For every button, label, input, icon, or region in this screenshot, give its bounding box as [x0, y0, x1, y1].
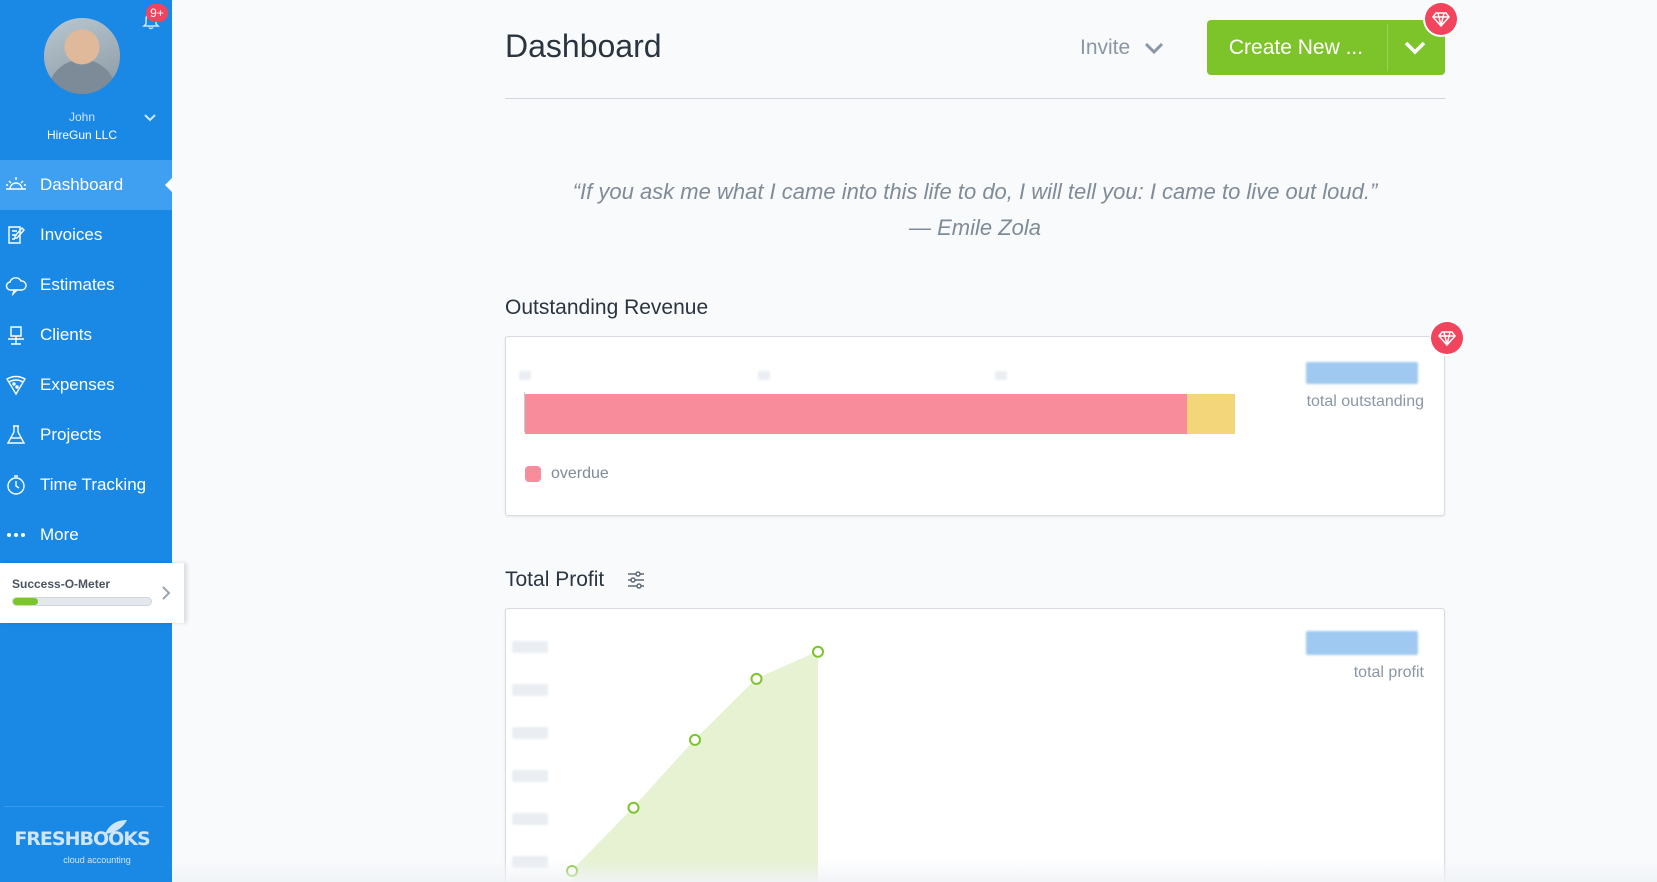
- total-profit-label: total profit: [1353, 664, 1424, 681]
- avatar[interactable]: [42, 16, 122, 96]
- total-outstanding-label: total outstanding: [1306, 393, 1424, 410]
- invite-button[interactable]: Invite: [1080, 36, 1164, 60]
- chart-legend: overdue: [525, 465, 609, 483]
- more-dots-icon: [5, 524, 27, 546]
- redacted-tick: [995, 371, 1007, 380]
- invite-label: Invite: [1080, 36, 1131, 59]
- gem-icon[interactable]: [1431, 322, 1463, 354]
- main-content: Dashboard Invite Create New ... “If you …: [172, 0, 1657, 882]
- total-profit-title: Total Profit: [505, 568, 605, 591]
- sidebar-item-more[interactable]: More: [0, 510, 172, 560]
- chevron-down-icon[interactable]: [143, 113, 157, 123]
- redacted-total-profit: [1306, 631, 1418, 655]
- profit-point[interactable]: [689, 733, 701, 746]
- profit-chart: [566, 645, 824, 882]
- success-o-meter-track: [12, 597, 152, 606]
- sidebar-item-label: Expenses: [40, 375, 115, 394]
- pizza-icon: [5, 374, 27, 396]
- quote-author: — Emile Zola: [908, 215, 1042, 240]
- logo-tagline: cloud accounting: [63, 855, 131, 865]
- sidebar-item-clients[interactable]: Clients: [0, 310, 172, 360]
- redacted-tick: [519, 371, 531, 380]
- profit-point[interactable]: [812, 645, 824, 658]
- profit-area: [572, 651, 818, 882]
- freshbooks-logo: FRESHBOOKS: [14, 828, 150, 850]
- sidebar-item-dashboard[interactable]: Dashboard: [0, 160, 172, 210]
- sidebar-item-label: Clients: [40, 325, 92, 344]
- sidebar-item-label: Time Tracking: [40, 475, 147, 494]
- legend-swatch-overdue: [525, 466, 541, 482]
- cloud-icon: [5, 274, 27, 297]
- outstanding-revenue-card: overdue total outstanding: [505, 336, 1445, 516]
- outstanding-revenue-title: Outstanding Revenue: [505, 296, 709, 319]
- success-o-meter[interactable]: Success-O-Meter: [0, 563, 184, 623]
- header-divider: [505, 98, 1445, 99]
- sidebar-item-label: Estimates: [40, 275, 115, 294]
- user-name: John: [68, 110, 96, 124]
- sidebar-item-projects[interactable]: Projects: [0, 410, 172, 460]
- sidebar: 9+ John HireGun LLC Dashboard Invoices E…: [0, 0, 184, 882]
- quote-text: “If you ask me what I came into this lif…: [572, 179, 1378, 204]
- chevron-down-icon: [1145, 42, 1164, 55]
- bar-segment-outstanding[interactable]: [1187, 394, 1235, 434]
- sidebar-divider: [4, 806, 164, 807]
- redacted-tick: [758, 371, 770, 380]
- sidebar-item-invoices[interactable]: Invoices: [0, 210, 172, 260]
- button-divider: [1387, 24, 1388, 71]
- page-fade: [172, 860, 1657, 882]
- total-profit-card: total profit: [505, 608, 1445, 882]
- gem-icon[interactable]: [1425, 3, 1457, 35]
- page-title: Dashboard: [505, 28, 662, 64]
- redacted-total-outstanding: [1306, 362, 1418, 384]
- invoice-icon: [5, 224, 27, 246]
- outstanding-bar[interactable]: [525, 394, 1235, 434]
- flask-icon: [5, 424, 27, 446]
- sidebar-item-label: Dashboard: [40, 175, 124, 194]
- success-o-meter-label: Success-O-Meter: [12, 577, 111, 591]
- success-o-meter-fill: [13, 598, 38, 605]
- create-new-button[interactable]: Create New ...: [1207, 20, 1445, 75]
- sidebar-item-time-tracking[interactable]: Time Tracking: [0, 460, 172, 510]
- chevron-right-icon[interactable]: [160, 585, 172, 601]
- profit-point[interactable]: [627, 801, 640, 814]
- sun-icon: [5, 174, 27, 196]
- stopwatch-icon: [5, 474, 27, 496]
- sidebar-item-estimates[interactable]: Estimates: [0, 260, 172, 310]
- create-new-label: Create New ...: [1228, 36, 1364, 59]
- sidebar-item-label: Projects: [40, 425, 102, 444]
- quote: “If you ask me what I came into this lif…: [505, 174, 1445, 246]
- filter-settings-icon[interactable]: [626, 570, 646, 590]
- sidebar-item-label: More: [40, 525, 79, 544]
- sidebar-item-expenses[interactable]: Expenses: [0, 360, 172, 410]
- sidebar-item-label: Invoices: [40, 225, 103, 244]
- bar-segment-overdue[interactable]: [525, 394, 1188, 434]
- legend-label-overdue: overdue: [551, 465, 609, 482]
- notification-badge[interactable]: 9+: [146, 4, 168, 22]
- profit-point[interactable]: [750, 672, 763, 685]
- client-icon: [5, 324, 27, 346]
- sidebar-nav: Dashboard Invoices Estimates Clients Exp…: [0, 160, 172, 560]
- chevron-down-icon[interactable]: [1401, 38, 1429, 58]
- user-company: HireGun LLC: [46, 128, 118, 142]
